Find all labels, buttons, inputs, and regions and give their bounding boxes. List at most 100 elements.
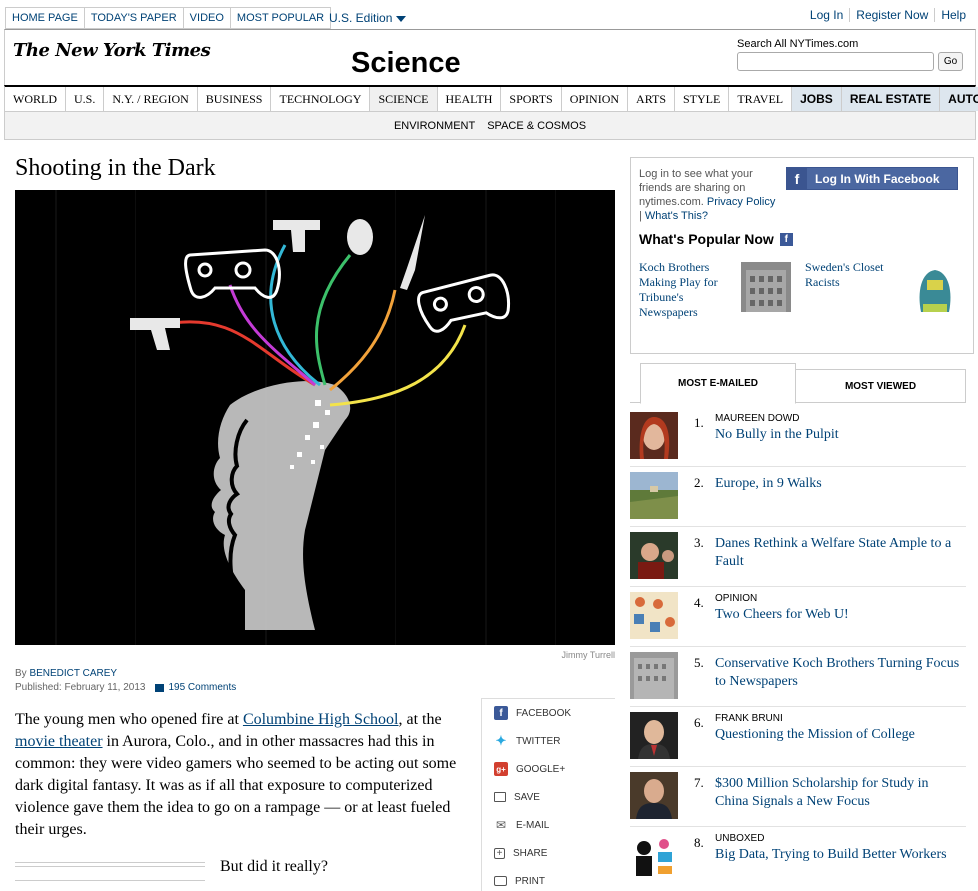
cartoon-illustration xyxy=(630,592,678,639)
headline-link[interactable]: No Bully in the Pulpit xyxy=(715,427,839,442)
home-page-link[interactable]: HOME PAGE xyxy=(5,7,85,29)
list-item[interactable]: 2. Europe, in 9 Walks xyxy=(630,467,966,527)
list-item[interactable]: 7. $300 Million Scholarship for Study in… xyxy=(630,767,966,827)
article-headline: Shooting in the Dark xyxy=(15,155,216,181)
share-share[interactable]: + SHARE xyxy=(482,839,615,867)
article-body: The young men who opened fire at Columbi… xyxy=(15,709,470,841)
share-facebook[interactable]: f FACEBOOK xyxy=(482,699,615,727)
log-in-link[interactable]: Log In xyxy=(804,8,849,22)
illustration-head-controllers xyxy=(55,190,556,645)
facebook-login-button[interactable]: f Log In With Facebook xyxy=(786,167,958,190)
share-save[interactable]: SAVE xyxy=(482,783,615,811)
movie-theater-link[interactable]: movie theater xyxy=(15,733,103,750)
whats-this-link[interactable]: What's This? xyxy=(645,210,708,222)
share-label: FACEBOOK xyxy=(516,707,572,719)
nav-sports[interactable]: SPORTS xyxy=(501,87,562,111)
subnav-space-cosmos[interactable]: SPACE & COSMOS xyxy=(487,112,586,139)
nav-ny-region[interactable]: N.Y. / REGION xyxy=(104,87,198,111)
button-label: Log In With Facebook xyxy=(815,171,940,186)
headline-link[interactable]: Questioning the Mission of College xyxy=(715,727,915,742)
author-link[interactable]: BENEDICT CAREY xyxy=(29,668,117,679)
popular-item-link[interactable]: Koch Brothers Making Play for Tribune's … xyxy=(639,260,734,320)
nav-travel[interactable]: TRAVEL xyxy=(729,87,793,111)
comments-link[interactable]: 195 Comments xyxy=(155,682,236,693)
video-link[interactable]: VIDEO xyxy=(182,7,231,29)
share-label: PRINT xyxy=(515,875,545,887)
popular-item-link[interactable]: Sweden's Closet Racists xyxy=(805,260,905,290)
nav-world[interactable]: WORLD xyxy=(5,87,66,111)
facebook-prompt: Log in to see what your friends are shar… xyxy=(639,168,776,222)
todays-paper-link[interactable]: TODAY'S PAPER xyxy=(83,7,184,29)
headline-link[interactable]: Danes Rethink a Welfare State Ample to a… xyxy=(715,536,951,569)
register-link[interactable]: Register Now xyxy=(849,8,934,22)
nav-technology[interactable]: TECHNOLOGY xyxy=(271,87,371,111)
list-item-text: Danes Rethink a Welfare State Ample to a… xyxy=(715,533,960,570)
article-paragraph: The young men who opened fire at Columbi… xyxy=(15,709,470,841)
popular-now-title: What's Popular Now f xyxy=(639,231,793,247)
divider xyxy=(15,880,205,881)
list-item[interactable]: 1. MAUREEN DOWD No Bully in the Pulpit xyxy=(630,407,966,467)
nav-arts[interactable]: ARTS xyxy=(628,87,675,111)
section-title[interactable]: Science xyxy=(351,47,461,80)
help-link[interactable]: Help xyxy=(934,8,972,22)
nav-science[interactable]: SCIENCE xyxy=(370,87,438,111)
share-label: TWITTER xyxy=(516,735,561,747)
rank-number: 7. xyxy=(694,775,704,790)
printer-icon xyxy=(494,876,507,886)
popular-thumbnail[interactable] xyxy=(741,262,791,312)
share-tools: f FACEBOOK ✦ TWITTER g+ GOOGLE+ SAVE ✉ E-MAI… xyxy=(481,698,615,891)
rank-number: 6. xyxy=(694,715,704,730)
rank-number: 4. xyxy=(694,595,704,610)
share-email[interactable]: ✉ E-MAIL xyxy=(482,811,615,839)
list-item-text: Conservative Koch Brothers Turning Focus… xyxy=(715,653,960,690)
top-bar: HOME PAGE TODAY'S PAPER VIDEO MOST POPUL… xyxy=(0,0,978,29)
share-print[interactable]: PRINT xyxy=(482,867,615,891)
nyt-logo[interactable]: The New York Times xyxy=(13,40,211,61)
google-plus-icon: g+ xyxy=(494,762,508,776)
nav-opinion[interactable]: OPINION xyxy=(562,87,629,111)
share-google-plus[interactable]: g+ GOOGLE+ xyxy=(482,755,615,783)
top-links: HOME PAGE TODAY'S PAPER VIDEO MOST POPUL… xyxy=(5,7,332,29)
headline-link[interactable]: Conservative Koch Brothers Turning Focus… xyxy=(715,656,959,689)
most-emailed-list: 1. MAUREEN DOWD No Bully in the Pulpit 2.… xyxy=(630,407,966,887)
tab-most-emailed[interactable]: MOST E-MAILED xyxy=(640,363,796,404)
search-label: Search All NYTimes.com xyxy=(737,38,859,50)
nav-style[interactable]: STYLE xyxy=(675,87,730,111)
tab-most-viewed[interactable]: MOST VIEWED xyxy=(796,369,966,403)
nav-real-estate[interactable]: REAL ESTATE xyxy=(841,87,941,111)
list-item[interactable]: 3. Danes Rethink a Welfare State Ample t… xyxy=(630,527,966,587)
nav-jobs[interactable]: JOBS xyxy=(792,87,842,111)
edition-selector[interactable]: U.S. Edition xyxy=(329,11,407,25)
list-item[interactable]: 5. Conservative Koch Brothers Turning Fo… xyxy=(630,647,966,707)
text-span: The young men who opened fire at xyxy=(15,711,243,728)
list-item[interactable]: 8. UNBOXED Big Data, Trying to Build Bett… xyxy=(630,827,966,887)
list-item-text: FRANK BRUNI Questioning the Mission of Co… xyxy=(715,713,960,743)
columbine-link[interactable]: Columbine High School xyxy=(243,711,399,728)
most-popular-link[interactable]: MOST POPULAR xyxy=(229,7,332,29)
nav-us[interactable]: U.S. xyxy=(66,87,105,111)
share-twitter[interactable]: ✦ TWITTER xyxy=(482,727,615,755)
facebook-icon: f xyxy=(779,232,793,246)
list-item[interactable]: 6. FRANK BRUNI Questioning the Mission of… xyxy=(630,707,966,767)
search-go-button[interactable]: Go xyxy=(938,52,963,71)
nav-health[interactable]: HEALTH xyxy=(438,87,502,111)
search-input[interactable] xyxy=(737,52,934,71)
comments-count: 195 Comments xyxy=(168,682,237,693)
kicker: MAUREEN DOWD xyxy=(715,413,800,424)
headline-link[interactable]: Two Cheers for Web U! xyxy=(715,607,849,622)
nav-business[interactable]: BUSINESS xyxy=(198,87,272,111)
share-label: E-MAIL xyxy=(516,819,550,831)
frank-bruni-photo xyxy=(630,712,678,759)
privacy-policy-link[interactable]: Privacy Policy xyxy=(707,196,775,208)
plus-icon: + xyxy=(494,847,505,859)
nav-autos[interactable]: AUTOS xyxy=(940,87,978,111)
account-links: Log In Register Now Help xyxy=(804,8,972,22)
headline-link[interactable]: Big Data, Trying to Build Better Workers xyxy=(715,847,947,862)
headline-link[interactable]: Europe, in 9 Walks xyxy=(715,476,822,491)
list-item[interactable]: 4. OPINION Two Cheers for Web U! xyxy=(630,587,966,647)
headline-link[interactable]: $300 Million Scholarship for Study in Ch… xyxy=(715,776,929,809)
building-photo xyxy=(741,262,791,312)
subnav-environment[interactable]: ENVIRONMENT xyxy=(394,112,475,139)
popular-thumbnail[interactable] xyxy=(909,262,959,312)
list-item-text: $300 Million Scholarship for Study in Ch… xyxy=(715,773,960,810)
